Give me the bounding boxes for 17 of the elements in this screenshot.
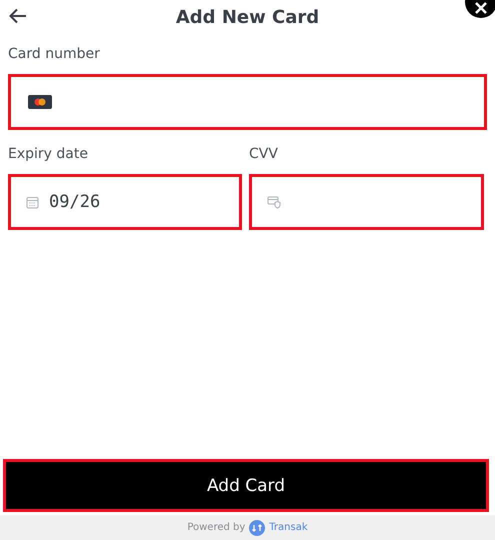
input-field[interactable]: 09/26 — [8, 174, 242, 230]
calendar-icon — [26, 196, 39, 208]
input-field[interactable] — [249, 174, 484, 230]
transak-logo-icon — [249, 520, 266, 536]
back-arrow-icon — [9, 8, 27, 24]
card-shield-icon — [267, 196, 281, 208]
powered-by-text: Powered by — [187, 522, 246, 533]
field-label: Card number — [8, 45, 101, 64]
brand-name: Transak — [269, 522, 308, 533]
add-card-button[interactable]: Add Card — [3, 459, 489, 512]
field-value: 09/26 — [49, 192, 102, 212]
card-icon — [28, 95, 52, 109]
field-label: Expiry date — [8, 145, 89, 164]
close-icon — [474, 2, 488, 14]
page-title: Add New Card — [176, 6, 320, 28]
field-label: CVV — [249, 145, 279, 164]
input-field[interactable] — [8, 74, 487, 130]
